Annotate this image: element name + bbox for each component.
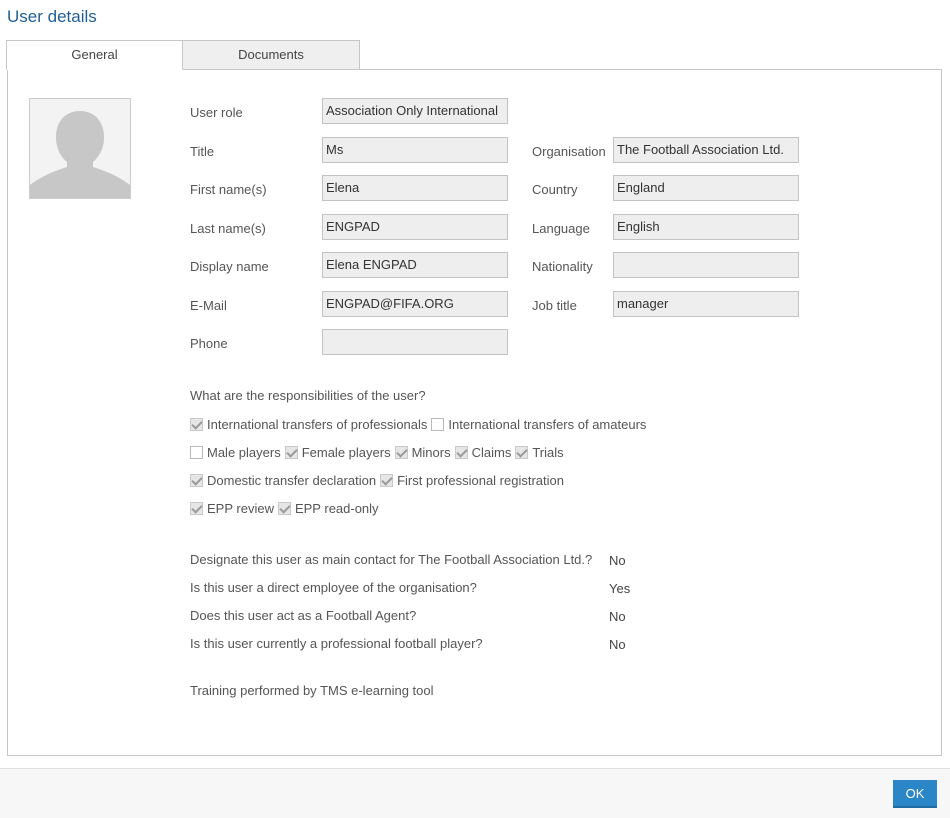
nationality-field[interactable] (613, 252, 799, 278)
last-name-field[interactable]: ENGPAD (322, 214, 508, 240)
checkbox-international-professionals[interactable] (190, 417, 203, 431)
checkbox-epp-review[interactable] (190, 501, 203, 515)
checkbox-label: Domestic transfer declaration (207, 472, 377, 488)
checkbox-label: Female players (301, 444, 391, 460)
football-agent-question: Does this user act as a Football Agent? (190, 608, 417, 623)
professional-player-answer: No (609, 637, 626, 652)
display-name-field[interactable]: Elena ENGPAD (322, 252, 508, 278)
direct-employee-question: Is this user a direct employee of the or… (190, 580, 477, 595)
first-name-field[interactable]: Elena (322, 175, 508, 201)
user-role-field[interactable]: Association Only International (322, 98, 508, 124)
first-name-label: First name(s) (190, 182, 267, 197)
checkbox-label: Trials (532, 444, 564, 460)
phone-label: Phone (190, 336, 228, 351)
responsibilities-question: What are the responsibilities of the use… (190, 388, 426, 403)
checkbox-domestic-transfer[interactable] (190, 473, 203, 487)
country-label: Country (532, 182, 578, 197)
checkbox-international-amateurs[interactable] (431, 417, 445, 431)
country-field[interactable]: England (613, 175, 799, 201)
title-label: Title (190, 144, 215, 159)
checkbox-trials[interactable] (515, 445, 529, 459)
language-field[interactable]: English (613, 214, 799, 240)
nationality-label: Nationality (532, 259, 593, 274)
language-label: Language (532, 221, 590, 236)
checkbox-claims[interactable] (454, 445, 468, 459)
organisation-label: Organisation (532, 144, 606, 159)
professional-player-question: Is this user currently a professional fo… (190, 636, 483, 651)
dialog-title: User details (7, 7, 97, 26)
football-agent-answer: No (609, 609, 626, 624)
email-label: E-Mail (190, 298, 227, 313)
checkbox-label: International transfers of amateurs (448, 416, 647, 432)
checkbox-label: International transfers of professionals (207, 416, 428, 432)
checkbox-label: Male players (207, 444, 281, 460)
job-title-label: Job title (532, 298, 577, 313)
responsibilities-row-2: Male players Female players Minors Claim… (190, 443, 568, 461)
main-contact-answer: No (609, 553, 626, 568)
user-silhouette-icon (30, 99, 130, 198)
responsibilities-row-1: International transfers of professionals… (190, 415, 650, 433)
training-text: Training performed by TMS e-learning too… (190, 683, 434, 698)
tab-general[interactable]: General (6, 40, 183, 70)
checkbox-label: EPP review (207, 500, 274, 516)
job-title-field[interactable]: manager (613, 291, 799, 317)
main-contact-question: Designate this user as main contact for … (190, 552, 593, 567)
responsibilities-row-3: Domestic transfer declaration First prof… (190, 471, 568, 489)
checkbox-female-players[interactable] (284, 445, 298, 459)
ok-button[interactable]: OK (893, 780, 937, 808)
direct-employee-answer: Yes (609, 581, 631, 596)
checkbox-male-players[interactable] (190, 445, 203, 459)
checkbox-first-professional-registration[interactable] (380, 473, 394, 487)
tab-documents[interactable]: Documents (183, 40, 360, 70)
display-name-label: Display name (190, 259, 269, 274)
user-role-label: User role (190, 105, 243, 120)
email-field[interactable]: ENGPAD@FIFA.ORG (322, 291, 508, 317)
phone-field[interactable] (322, 329, 508, 355)
responsibilities-row-4: EPP review EPP read-only (190, 499, 383, 517)
checkbox-label: Claims (471, 444, 512, 460)
organisation-field[interactable]: The Football Association Ltd. (613, 137, 799, 163)
general-panel: User role Title First name(s) Last name(… (7, 69, 942, 756)
checkbox-label: Minors (411, 444, 451, 460)
checkbox-minors[interactable] (394, 445, 408, 459)
checkbox-label: First professional registration (397, 472, 564, 488)
avatar (29, 98, 131, 199)
title-field[interactable]: Ms (322, 137, 508, 163)
dialog-footer (0, 768, 950, 818)
checkbox-label: EPP read-only (294, 500, 379, 516)
checkbox-epp-read-only[interactable] (277, 501, 291, 515)
last-name-label: Last name(s) (190, 221, 266, 236)
